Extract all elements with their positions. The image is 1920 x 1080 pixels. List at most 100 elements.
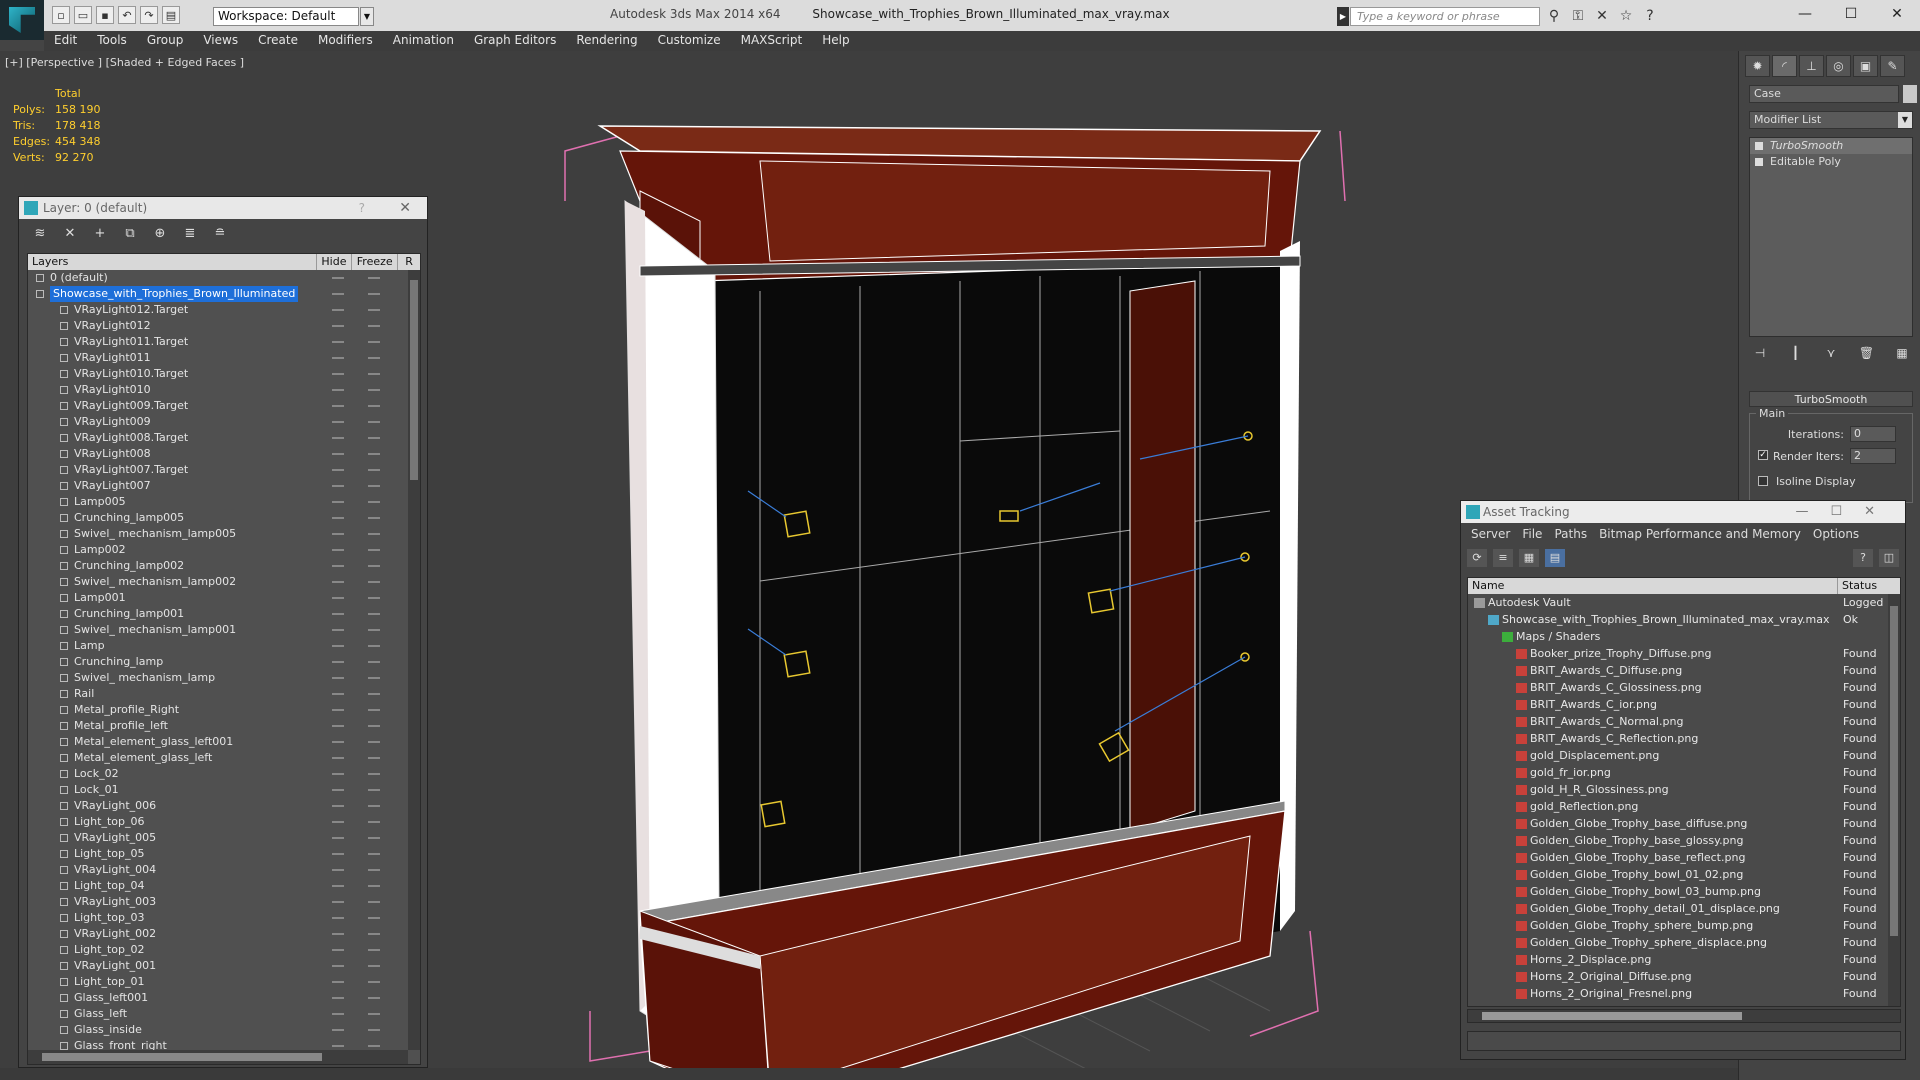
layer-row[interactable]: Glass_inside [28,1022,420,1038]
layers-icon[interactable]: ≋ [29,225,51,243]
layer-row[interactable]: Crunching_lamp001 [28,606,420,622]
layer-row[interactable]: Showcase_with_Trophies_Brown_Illuminated [28,286,420,302]
layer-row[interactable]: Crunching_lamp [28,654,420,670]
layer-row[interactable]: VRayLight012 [28,318,420,334]
layer-row[interactable]: Metal_profile_left [28,718,420,734]
column-render[interactable]: R [398,254,420,270]
freeze-toggle[interactable] [368,1045,380,1047]
hide-toggle[interactable] [332,293,344,295]
freeze-toggle[interactable] [368,613,380,615]
hide-toggle[interactable] [332,453,344,455]
freeze-toggle[interactable] [368,421,380,423]
asset-row[interactable]: BRIT_Awards_C_ior.png Found [1468,696,1900,713]
vertical-scrollbar[interactable] [1888,594,1900,1006]
hide-toggle[interactable] [332,357,344,359]
freeze-toggle[interactable] [368,741,380,743]
hide-toggle[interactable] [332,565,344,567]
freeze-toggle[interactable] [368,389,380,391]
freeze-toggle[interactable] [368,453,380,455]
freeze-toggle[interactable] [368,965,380,967]
asset-row[interactable]: Autodesk Vault Logged [1468,594,1900,611]
hide-toggle[interactable] [332,437,344,439]
help-search-input[interactable]: ▶ Type a keyword or phrase [1337,7,1540,26]
freeze-toggle[interactable] [368,869,380,871]
column-layers[interactable]: Layers [28,254,317,270]
hide-toggle[interactable] [332,1045,344,1047]
hide-all-icon[interactable]: ≘ [209,225,231,243]
layer-row[interactable]: VRayLight010.Target [28,366,420,382]
display-tab-icon[interactable]: ▣ [1853,55,1878,77]
layer-row[interactable]: Lock_01 [28,782,420,798]
menu-server[interactable]: Server [1465,523,1516,545]
freeze-toggle[interactable] [368,997,380,999]
layer-row[interactable]: Crunching_lamp005 [28,510,420,526]
expand-arrow-icon[interactable]: ▶ [1337,7,1349,26]
isoline-checkbox[interactable] [1758,476,1768,486]
hide-toggle[interactable] [332,581,344,583]
asset-row[interactable]: Golden_Globe_Trophy_detail_01_displace.p… [1468,900,1900,917]
column-status[interactable]: Status [1838,578,1888,594]
layer-row[interactable]: Swivel_ mechanism_lamp002 [28,574,420,590]
hide-toggle[interactable] [332,469,344,471]
asset-row[interactable]: Golden_Globe_Trophy_base_diffuse.png Foun… [1468,815,1900,832]
redo-icon[interactable]: ↷ [140,6,158,24]
freeze-toggle[interactable] [368,757,380,759]
layer-row[interactable]: Swivel_ mechanism_lamp001 [28,622,420,638]
expand-icon[interactable] [1755,158,1763,166]
layer-row[interactable]: VRayLight008 [28,446,420,462]
open-file-icon[interactable]: ▭ [74,6,92,24]
lightbulb-icon[interactable] [1755,142,1763,150]
project-folder-icon[interactable]: ▤ [162,6,180,24]
asset-row[interactable]: BRIT_Awards_C_Normal.png Found [1468,713,1900,730]
hide-toggle[interactable] [332,837,344,839]
layer-row[interactable]: Glass_left [28,1006,420,1022]
layer-row[interactable]: VRayLight_001 [28,958,420,974]
layer-row[interactable]: VRayLight_002 [28,926,420,942]
add-layer-icon[interactable]: + [89,225,111,243]
menu-paths[interactable]: Paths [1548,523,1593,545]
freeze-toggle[interactable] [368,373,380,375]
workspace-dropdown[interactable]: Workspace: Default ▼ [213,7,374,26]
layer-row[interactable]: Rail [28,686,420,702]
asset-row[interactable]: Horns_2_Original_Fresnel.png Found [1468,985,1900,1002]
app-logo-button[interactable] [0,0,44,40]
asset-row[interactable]: gold_H_R_Glossiness.png Found [1468,781,1900,798]
freeze-toggle[interactable] [368,469,380,471]
freeze-toggle[interactable] [368,597,380,599]
render-iters-spinner[interactable]: 2 [1850,448,1896,464]
exchange-icon[interactable]: ✕ [1593,7,1611,25]
menu-bitmap-performance[interactable]: Bitmap Performance and Memory [1593,523,1807,545]
hierarchy-tab-icon[interactable]: ⊥ [1799,55,1824,77]
menu-views[interactable]: Views [193,31,248,51]
column-freeze[interactable]: Freeze [352,254,399,270]
hide-toggle[interactable] [332,949,344,951]
menu-create[interactable]: Create [248,31,308,51]
make-unique-icon[interactable]: ⋎ [1820,343,1842,363]
window-controls[interactable]: —☐✕ [1795,501,1897,523]
asset-row[interactable]: BRIT_Awards_C_Diffuse.png Found [1468,662,1900,679]
layer-row[interactable]: 0 (default) [28,270,420,286]
modify-tab-icon[interactable]: ◜ [1772,55,1797,77]
menu-tools[interactable]: Tools [87,31,137,51]
hide-toggle[interactable] [332,677,344,679]
freeze-toggle[interactable] [368,821,380,823]
asset-row[interactable]: Golden_Globe_Trophy_bowl_01_02.png Found [1468,866,1900,883]
key-icon[interactable]: ⚿ [1569,7,1587,25]
close-icon[interactable]: ✕ [399,197,411,219]
freeze-toggle[interactable] [368,565,380,567]
create-tab-icon[interactable]: ✹ [1745,55,1770,77]
table-view-icon[interactable]: ▤ [1545,549,1565,567]
layer-row[interactable]: VRayLight_004 [28,862,420,878]
hide-toggle[interactable] [332,805,344,807]
freeze-toggle[interactable] [368,949,380,951]
help-icon[interactable]: ? [1641,7,1659,25]
horizontal-scrollbar[interactable] [1467,1009,1901,1023]
pin-stack-icon[interactable]: ⊣ [1749,343,1771,363]
freeze-toggle[interactable] [368,549,380,551]
menu-maxscript[interactable]: MAXScript [731,31,813,51]
freeze-toggle[interactable] [368,293,380,295]
freeze-toggle[interactable] [368,917,380,919]
scroll-thumb[interactable] [42,1053,322,1061]
binoculars-icon[interactable]: ⚲ [1545,7,1563,25]
hide-toggle[interactable] [332,533,344,535]
